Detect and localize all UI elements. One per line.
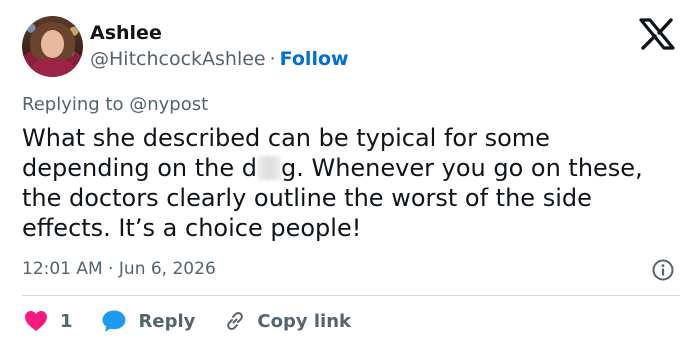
replying-prefix: Replying to [22,94,124,115]
x-logo-icon[interactable] [637,18,677,50]
link-icon [227,312,244,330]
avatar-face [41,30,64,58]
copy-link-button[interactable]: Copy link [223,309,351,333]
heart-icon [25,311,47,331]
reply-label: Reply [138,310,196,332]
timestamp[interactable]: 12:01 AM · Jun 6, 2026 [22,259,216,279]
divider [22,295,680,296]
tweet-text: What she described can be typical for so… [22,123,682,243]
author-name[interactable]: Ashlee [90,22,162,44]
reply-button[interactable]: Reply [101,309,196,333]
replying-mention[interactable]: @nypost [129,94,208,115]
follow-button[interactable]: Follow [280,48,349,70]
like-button[interactable]: 1 [24,310,73,332]
info-icon[interactable] [651,258,675,282]
author-handle-row: @HitchcockAshlee · Follow [90,48,349,70]
separator-dot: · [269,48,276,70]
speech-bubble-icon [102,310,126,332]
action-bar: 1 Reply Copy link [24,308,351,334]
author-handle[interactable]: @HitchcockAshlee [90,48,266,70]
copy-link-label: Copy link [257,310,351,332]
like-count: 1 [60,310,73,332]
avatar[interactable] [22,16,83,77]
censor-blur [256,156,281,180]
replying-to: Replying to @nypost [22,94,208,115]
